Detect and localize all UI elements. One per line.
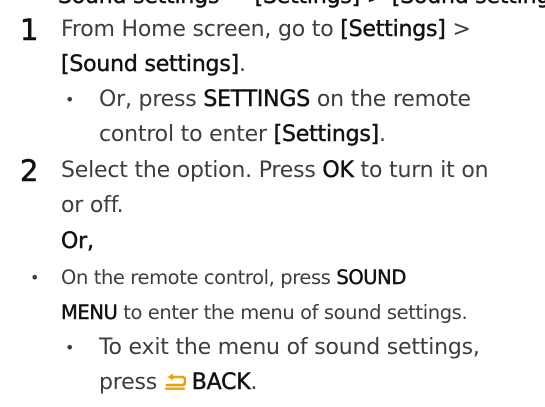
step-text: Select the option. Press [61,158,323,183]
step-text: on the remote [310,87,471,112]
step-1-sub-line-1: Or, press SETTINGS on the remote [99,86,471,114]
menu-path-sound-settings: [Sound settings] [61,52,240,77]
manual-page: Sound settings — [Settings] > [Sound set… [0,0,545,407]
menu-path-settings: [Settings] [273,122,380,147]
step-2-line-2: or off. [61,193,124,218]
menu-key-label: MENU [61,301,118,324]
cropped-heading: Sound settings — [Settings] > [Sound set… [0,0,545,11]
or-label: Or, [61,229,94,254]
bullet-icon: • [65,338,75,357]
step-text: On the remote control, press [61,266,337,289]
alt-sub-line-2: press BACK. [99,369,258,399]
menu-path-settings: [Settings] [340,17,446,42]
sound-key-label: SOUND [336,266,406,289]
alt-line-2: MENU to enter the menu of sound settings… [61,299,468,327]
step-text: control to enter [99,122,274,147]
back-key-label: BACK [191,370,251,395]
step-text: press [99,370,164,395]
step-1-sub-line-2: control to enter [Settings]. [99,121,386,149]
back-arrow-icon [164,371,187,399]
step-text: . [379,122,386,147]
step-text: to enter the menu of sound settings. [117,301,468,324]
step-1-line-2: [Sound settings]. [61,51,246,79]
settings-key-label: SETTINGS [203,87,311,112]
path-separator: > [445,17,471,42]
step-number: 2 [20,154,39,188]
heading-text: Sound settings — [Settings] > [Sound set… [58,0,545,11]
step-text: to turn it on [353,158,489,183]
ok-key-label: OK [322,158,354,183]
step-text: From Home screen, go to [61,17,341,42]
bullet-icon: • [65,90,75,109]
step-text: Or, press [99,87,204,112]
bullet-icon: • [30,268,40,287]
step-1-line-1: From Home screen, go to [Settings] > [61,16,471,44]
alt-line-1: On the remote control, press SOUND [61,264,407,292]
step-text: . [238,52,246,77]
alt-sub-line-1: To exit the menu of sound settings, [99,335,480,360]
step-number: 1 [20,13,39,47]
step-2-line-1: Select the option. Press OK to turn it o… [61,157,489,185]
step-text: . [250,370,258,395]
